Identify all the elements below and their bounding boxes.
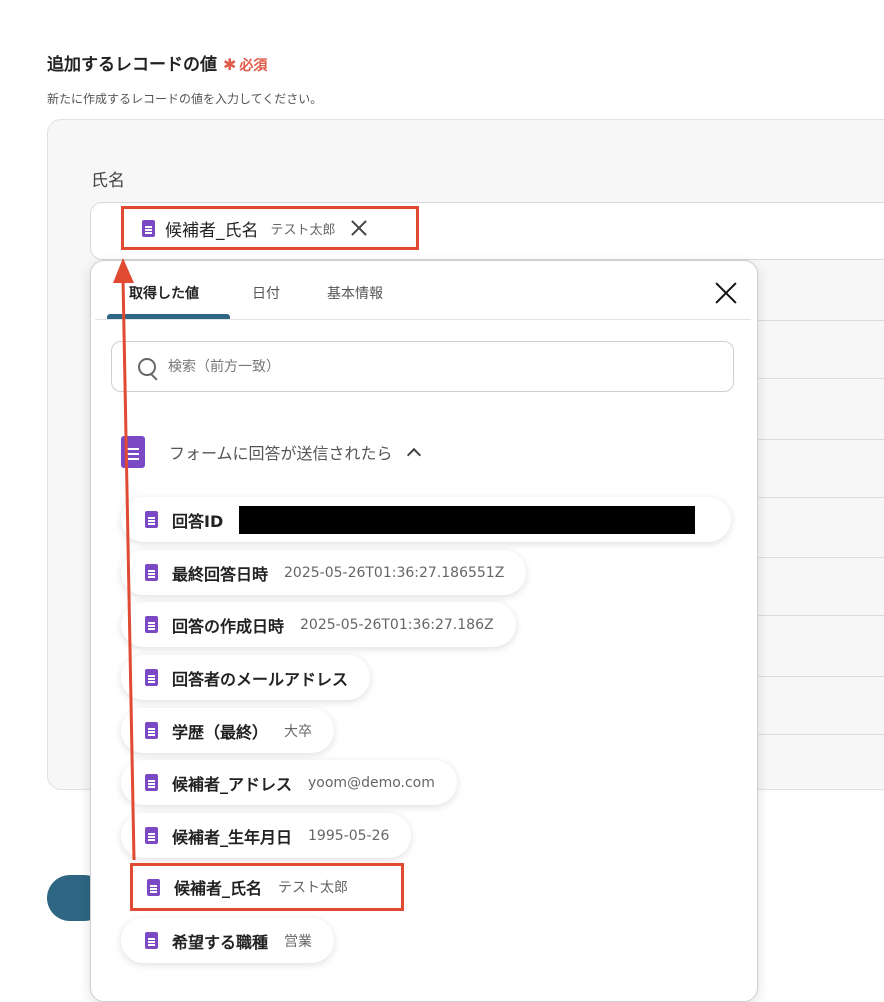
- arrow-line: [121, 277, 136, 861]
- arrow-head-icon: [113, 258, 134, 283]
- annotation-arrow: [113, 258, 136, 861]
